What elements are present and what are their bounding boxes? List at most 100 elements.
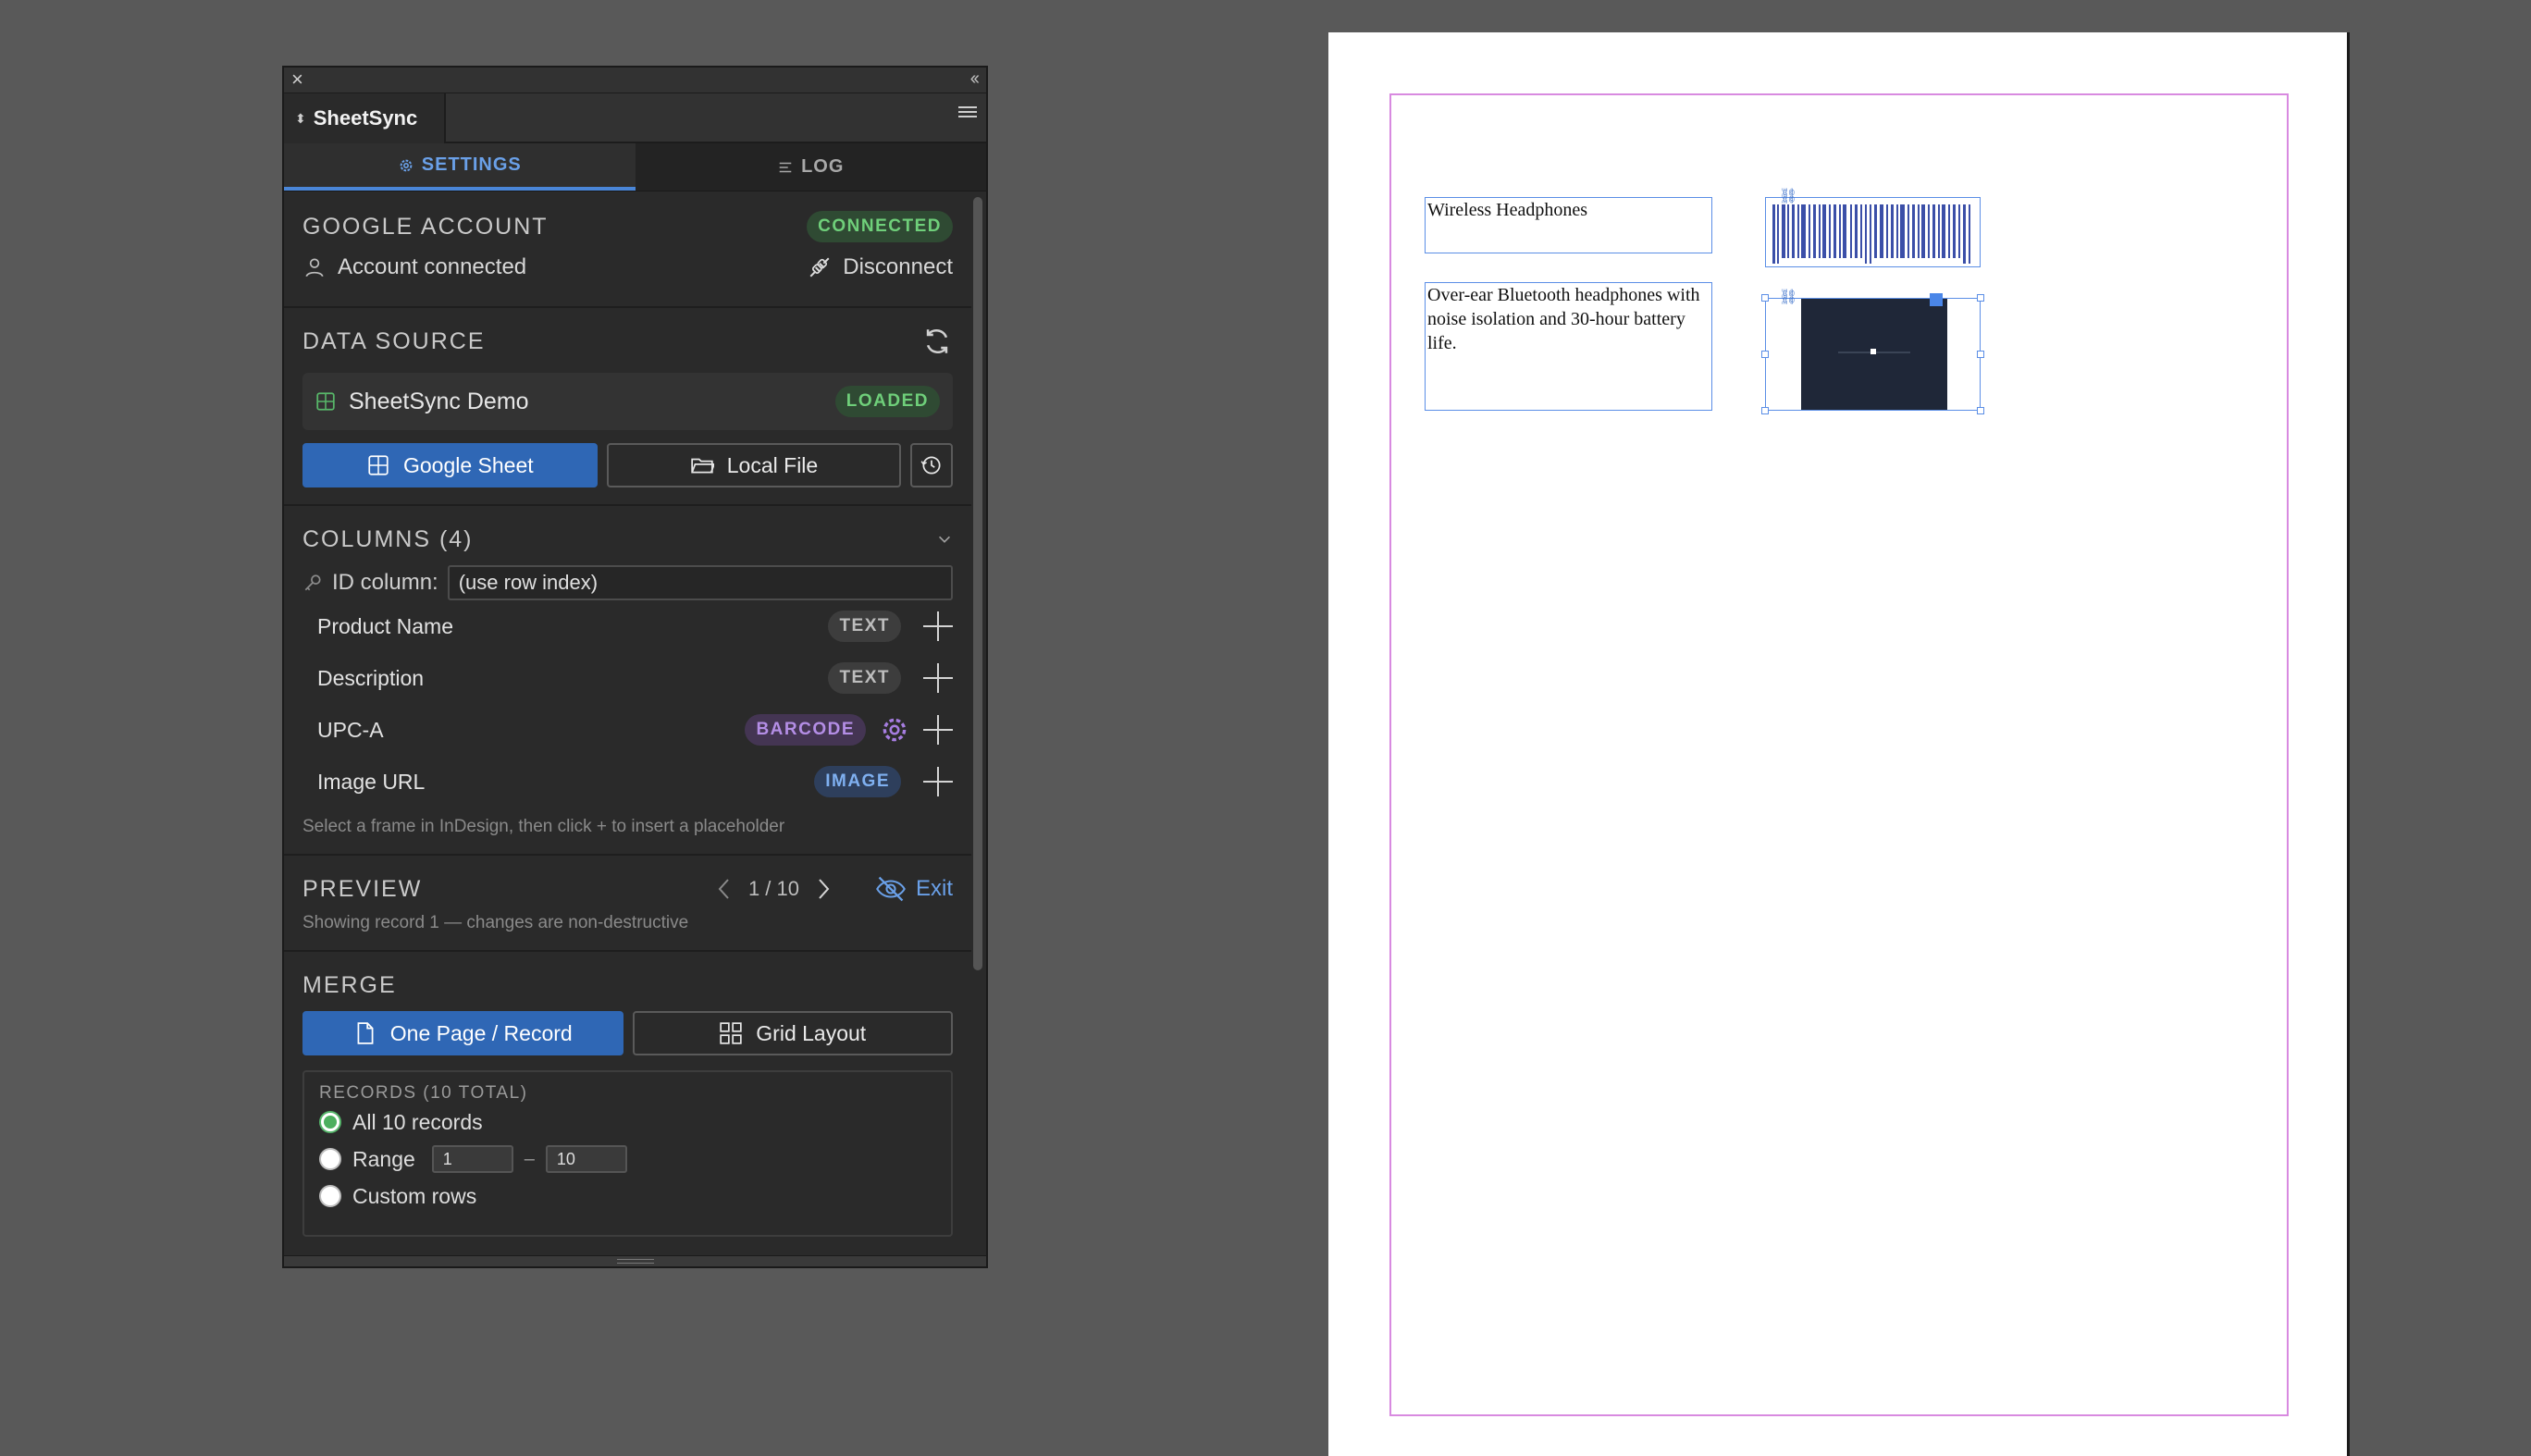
preview-section: PREVIEW 1 / 10 Exit Showing record 1 — c… <box>284 856 971 952</box>
merge-section: MERGE One Page / Record Grid Layout RECO… <box>284 952 971 1253</box>
resize-handle[interactable] <box>1761 407 1769 414</box>
tab-sort-icon: ⬍ <box>295 110 306 126</box>
image-frame[interactable]: ⛓ <box>1761 290 1984 414</box>
refresh-icon[interactable] <box>921 326 953 357</box>
list-icon <box>779 162 792 172</box>
column-row: Description TEXT <box>302 652 953 704</box>
insert-placeholder-button[interactable] <box>923 663 953 693</box>
unplug-icon <box>809 257 830 278</box>
column-row: Image URL IMAGE <box>302 756 953 808</box>
radio-label: All 10 records <box>352 1109 483 1134</box>
radio-custom-rows[interactable]: Custom rows <box>319 1178 936 1215</box>
data-source-section: DATA SOURCE SheetSync Demo LOADED Google… <box>284 308 971 506</box>
section-title: PREVIEW <box>302 875 423 902</box>
grid-sheet-icon <box>368 455 389 475</box>
section-title: COLUMNS (4) <box>302 525 474 552</box>
account-status-label: Account connected <box>338 254 527 279</box>
id-column-select[interactable]: (use row index) <box>447 565 953 600</box>
google-account-section: GOOGLE ACCOUNT CONNECTED Account connect… <box>284 193 971 308</box>
records-label: RECORDS (10 TOTAL) <box>319 1083 528 1103</box>
type-badge: BARCODE <box>745 714 866 746</box>
range-dash: – <box>524 1148 535 1169</box>
panel-tab-sheetsync[interactable]: ⬍ SheetSync <box>284 93 446 143</box>
chevron-down-icon[interactable] <box>936 531 953 548</box>
local-file-label: Local File <box>726 452 819 477</box>
collapse-icon[interactable]: ‹‹ <box>970 68 980 90</box>
local-file-button[interactable]: Local File <box>606 443 902 487</box>
scrollbar[interactable] <box>973 197 982 970</box>
panel-resize-grip[interactable] <box>284 1255 986 1266</box>
range-from-input[interactable]: 1 <box>431 1145 513 1173</box>
type-badge: TEXT <box>828 662 901 694</box>
radio-label: Custom rows <box>352 1183 477 1208</box>
link-icon: ⛓ <box>1779 290 1798 305</box>
barcode-settings-gear-icon[interactable] <box>879 714 910 746</box>
column-name: Description <box>317 665 425 690</box>
close-icon[interactable]: × <box>291 68 303 91</box>
status-badge: CONNECTED <box>807 211 953 242</box>
insert-placeholder-button[interactable] <box>923 611 953 641</box>
disconnect-label: Disconnect <box>843 254 953 279</box>
folder-icon <box>691 458 714 474</box>
type-badge: TEXT <box>828 611 901 642</box>
grid-layout-label: Grid Layout <box>756 1020 867 1045</box>
column-name: Product Name <box>317 613 454 638</box>
range-to-input[interactable]: 10 <box>545 1145 627 1173</box>
insert-placeholder-button[interactable] <box>923 767 953 796</box>
column-row: Product Name TEXT <box>302 600 953 652</box>
content-grabber-handle[interactable] <box>1930 293 1943 306</box>
nav-tabs: SETTINGS LOG <box>284 143 986 191</box>
section-title: GOOGLE ACCOUNT <box>302 213 549 240</box>
data-source-name: SheetSync Demo <box>349 388 529 414</box>
description-text-frame[interactable]: Over-ear Bluetooth headphones with noise… <box>1425 282 1712 411</box>
user-icon <box>305 258 324 278</box>
radio-button[interactable] <box>319 1185 341 1207</box>
history-button[interactable] <box>910 443 953 487</box>
section-title: DATA SOURCE <box>302 327 486 354</box>
grid-icon <box>720 1022 742 1044</box>
grid-layout-button[interactable]: Grid Layout <box>632 1011 953 1055</box>
panel-tab-label: SheetSync <box>313 106 418 130</box>
tab-settings[interactable]: SETTINGS <box>284 143 636 191</box>
page-icon <box>357 1022 374 1044</box>
link-icon: ⛓ <box>1779 189 1798 204</box>
chevron-right-icon[interactable] <box>814 877 833 901</box>
column-name: Image URL <box>317 769 426 794</box>
radio-range[interactable]: Range 1 – 10 <box>319 1141 936 1178</box>
document-page: Wireless Headphones Over-ear Bluetooth h… <box>1328 32 2350 1456</box>
settings-scroll-area[interactable]: GOOGLE ACCOUNT CONNECTED Account connect… <box>284 193 971 1257</box>
panel-menu-icon[interactable] <box>958 106 977 120</box>
type-badge: IMAGE <box>814 766 901 797</box>
gear-icon <box>400 159 413 171</box>
insert-placeholder-button[interactable] <box>923 715 953 745</box>
radio-button[interactable] <box>319 1148 341 1170</box>
chevron-left-icon[interactable] <box>715 877 734 901</box>
tab-log[interactable]: LOG <box>636 143 987 191</box>
barcode-frame[interactable]: ⛓ <box>1765 189 1981 267</box>
product-name-text-frame[interactable]: Wireless Headphones <box>1425 197 1712 253</box>
preview-note: Showing record 1 — changes are non-destr… <box>302 913 689 932</box>
resize-handle[interactable] <box>1977 407 1984 414</box>
data-source-card: SheetSync Demo LOADED <box>302 373 953 430</box>
radio-button[interactable] <box>319 1111 341 1133</box>
resize-handle[interactable] <box>1761 351 1769 358</box>
resize-handle[interactable] <box>1977 294 1984 302</box>
eye-off-icon <box>876 876 906 902</box>
loaded-badge: LOADED <box>834 386 940 417</box>
google-sheet-label: Google Sheet <box>402 452 534 477</box>
disconnect-button[interactable]: Disconnect <box>808 254 953 280</box>
exit-preview-button[interactable]: Exit <box>875 875 953 903</box>
exit-label: Exit <box>915 876 953 901</box>
resize-handle[interactable] <box>1977 351 1984 358</box>
panel-tab-row: ⬍ SheetSync <box>284 93 986 143</box>
column-row: UPC-A BARCODE <box>302 704 953 756</box>
resize-handle[interactable] <box>1761 294 1769 302</box>
radio-all-records[interactable]: All 10 records <box>319 1104 936 1141</box>
google-sheet-button[interactable]: Google Sheet <box>302 443 598 487</box>
section-title: MERGE <box>302 971 397 998</box>
records-box: RECORDS (10 TOTAL) All 10 records Range … <box>302 1070 953 1237</box>
one-page-label: One Page / Record <box>389 1020 573 1045</box>
panel-titlebar: × ‹‹ <box>284 68 986 93</box>
one-page-per-record-button[interactable]: One Page / Record <box>302 1011 623 1055</box>
barcode-image <box>1772 204 1970 264</box>
